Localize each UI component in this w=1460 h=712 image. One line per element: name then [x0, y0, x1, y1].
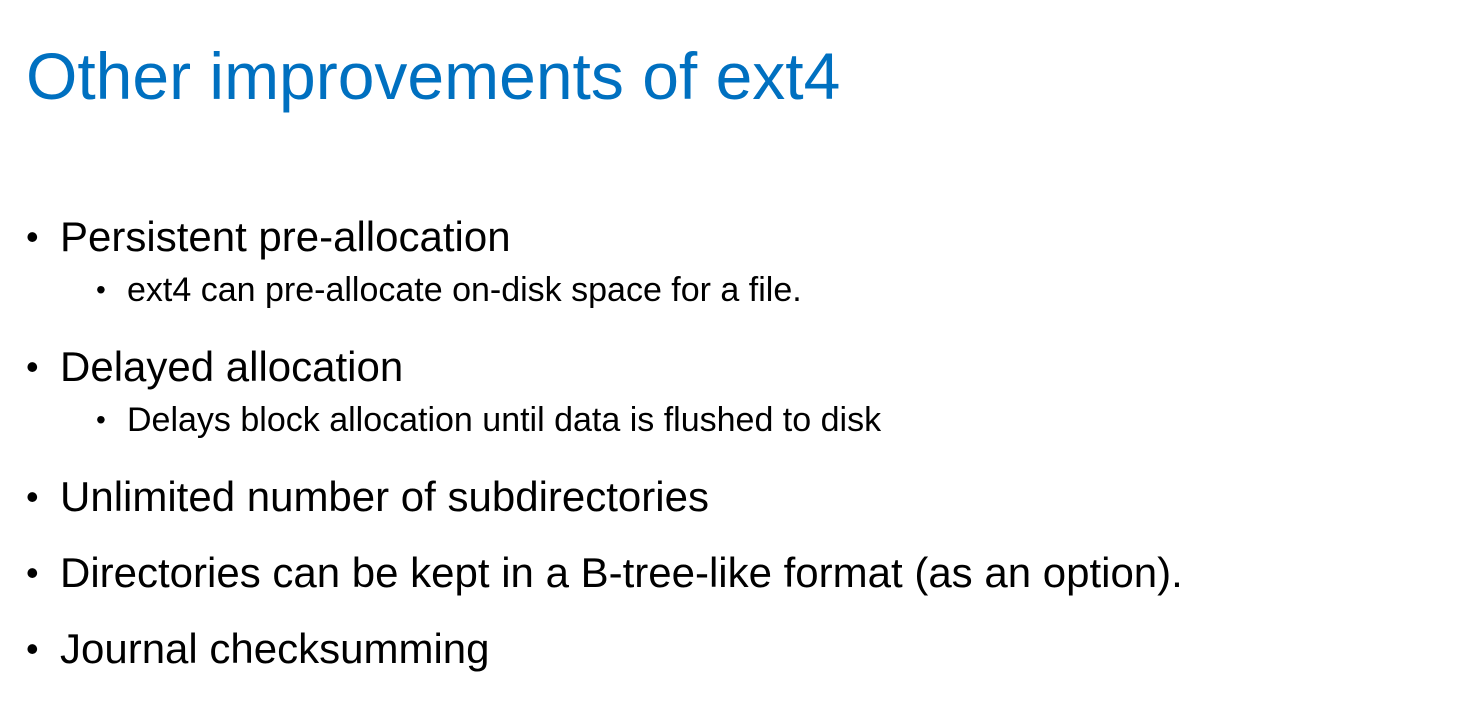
slide: Other improvements of ext4 • Persistent …: [0, 0, 1460, 712]
sub-bullet-item: • ext4 can pre-allocate on-disk space fo…: [26, 266, 1426, 314]
sub-bullet-text: ext4 can pre-allocate on-disk space for …: [127, 271, 802, 309]
bullet-dot: •: [26, 628, 39, 669]
slide-title: Other improvements of ext4: [26, 39, 841, 113]
bullet-text: Delayed allocation: [60, 343, 404, 390]
bullet-dot: •: [26, 346, 39, 387]
bullet-text: Persistent pre-allocation: [60, 213, 511, 260]
bullet-item: • Unlimited number of subdirectories: [26, 468, 1426, 526]
bullet-item: • Persistent pre-allocation: [26, 208, 1426, 266]
bullet-item: • Journal checksumming: [26, 620, 1426, 678]
bullet-dot: •: [26, 216, 39, 257]
sub-bullet-item: • Delays block allocation until data is …: [26, 396, 1426, 444]
sub-bullet-dot: •: [96, 274, 106, 305]
sub-bullet-text: Delays block allocation until data is fl…: [127, 401, 882, 439]
bullet-list: • Persistent pre-allocation • ext4 can p…: [26, 208, 1426, 678]
bullet-item: • Delayed allocation: [26, 338, 1426, 396]
bullet-item: • Directories can be kept in a B-tree-li…: [26, 544, 1426, 602]
bullet-text: Unlimited number of subdirectories: [60, 473, 709, 520]
bullet-text: Journal checksumming: [60, 625, 490, 672]
bullet-dot: •: [26, 552, 39, 593]
bullet-text: Directories can be kept in a B-tree-like…: [60, 549, 1183, 596]
bullet-dot: •: [26, 476, 39, 517]
sub-bullet-dot: •: [96, 404, 106, 435]
